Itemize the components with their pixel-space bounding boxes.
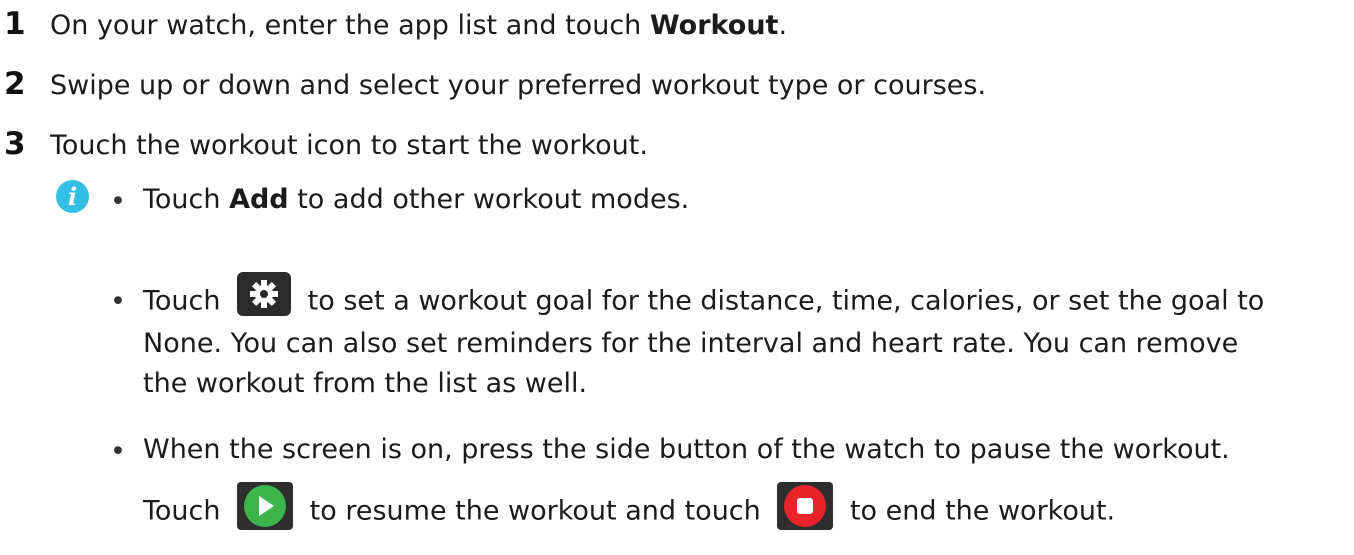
bullet-line: the workout from the list as well. (143, 368, 588, 399)
step-number: 1 (4, 6, 26, 42)
note-bullet-settings: Touch to set a workout goal for the dist… (143, 272, 1264, 404)
step-2: 2 Swipe up or down and select your prefe… (0, 66, 986, 102)
info-icon: i (56, 180, 89, 213)
step-text: Swipe up or down and select your preferr… (50, 70, 987, 101)
step-1: 1 On your watch, enter the app list and … (0, 6, 787, 42)
settings-gear-icon (237, 272, 292, 316)
bullet-marker: • (110, 286, 126, 317)
note-bullet-add: Touch Add to add other workout modes. (143, 184, 690, 215)
play-resume-icon (237, 482, 294, 530)
bullet-line: None. You can also set reminders for the… (143, 328, 1239, 359)
bullet-marker: • (110, 186, 126, 217)
bullet-line: Touch to set a workout goal for the dist… (143, 272, 1264, 324)
bullet-marker: • (110, 436, 126, 467)
bullet-line: Touch to resume the workout and touch to… (143, 482, 1230, 536)
bullet-line: When the screen is on, press the side bu… (143, 434, 1230, 465)
step-number: 2 (4, 66, 26, 102)
step-number: 3 (4, 126, 26, 162)
stop-end-icon (777, 482, 834, 530)
step-text: Touch the workout icon to start the work… (50, 130, 648, 161)
step-text: On your watch, enter the app list and to… (50, 10, 788, 41)
step-3: 3 Touch the workout icon to start the wo… (0, 126, 648, 162)
note-bullet-pause: When the screen is on, press the side bu… (143, 430, 1230, 536)
